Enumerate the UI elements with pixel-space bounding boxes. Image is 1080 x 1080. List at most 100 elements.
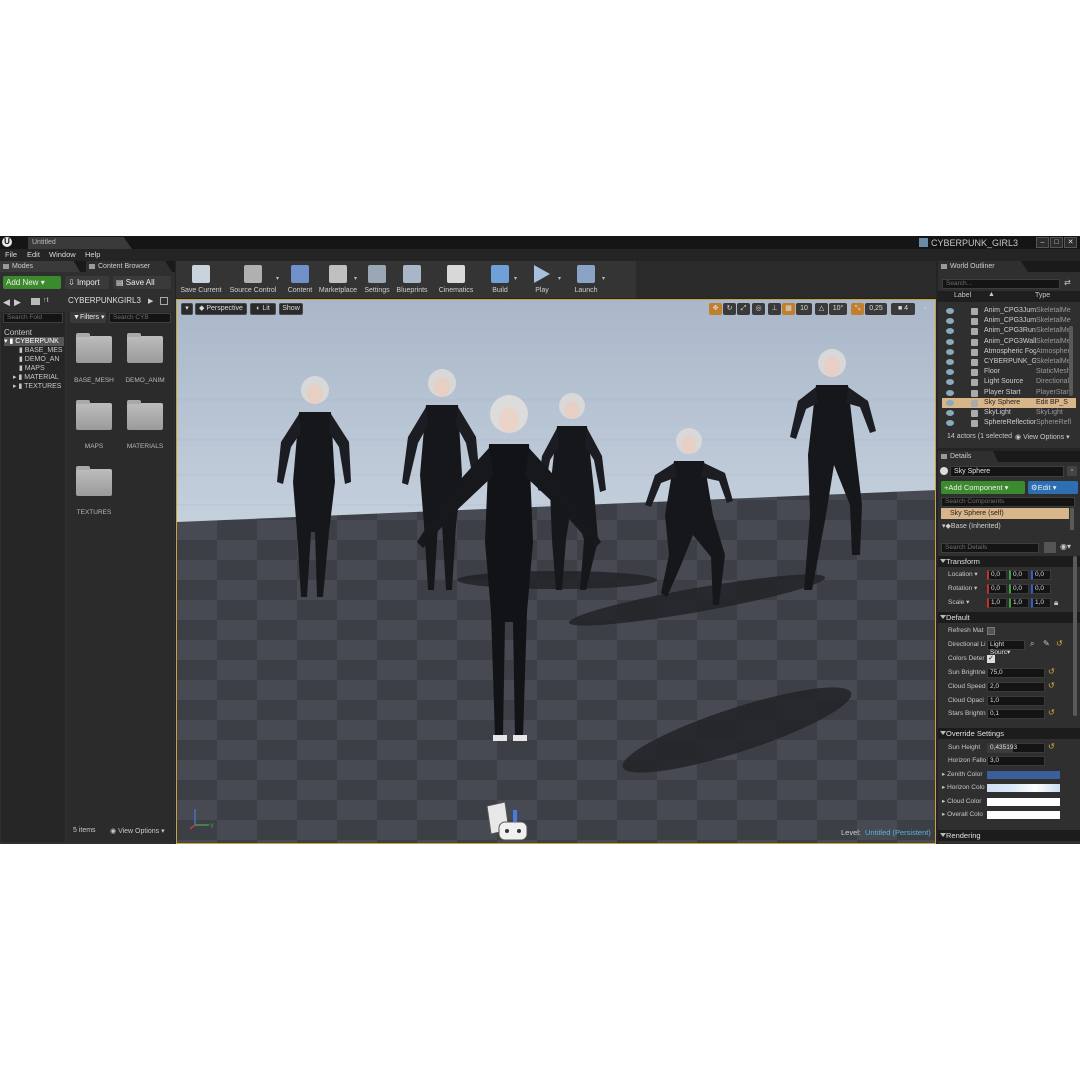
tab-content-browser[interactable]: Content Browser — [86, 261, 172, 272]
location-label[interactable]: Location ▾ — [948, 570, 986, 580]
outliner-row[interactable]: SphereReflection SphereRefl — [942, 418, 1076, 428]
rotation-y-field[interactable]: 0,0 — [1009, 584, 1029, 594]
horizon-color-swatch[interactable] — [987, 784, 1060, 792]
outliner-row[interactable]: Atmospheric Fog Atmospher — [942, 347, 1076, 357]
scale-snap-value[interactable]: 0,25 — [865, 303, 887, 315]
location-x-field[interactable]: 0,0 — [987, 570, 1007, 580]
toolbar-dropdown-icon[interactable]: ▾ — [558, 275, 561, 282]
toolbar-blueprints-button[interactable]: Blueprints — [394, 263, 430, 295]
section-override-settings[interactable]: Override Settings — [938, 728, 1080, 739]
toolbar-content-button[interactable]: Content — [284, 263, 316, 295]
visibility-eye-icon[interactable] — [946, 420, 954, 427]
document-tab[interactable]: Untitled — [28, 237, 132, 249]
translate-mode-icon[interactable]: ✥ — [709, 303, 722, 315]
rotation-z-field[interactable]: 0,0 — [1031, 584, 1051, 594]
zenith-color-label[interactable]: ▸ Zenith Color — [942, 770, 986, 780]
scale-mode-icon[interactable]: ⤢ — [737, 303, 750, 315]
outliner-row[interactable]: Sky Sphere Edit BP_S — [942, 397, 1076, 408]
toolbar-dropdown-icon[interactable]: ▾ — [276, 275, 279, 282]
folder-icon[interactable] — [127, 400, 163, 430]
location-y-field[interactable]: 0,0 — [1009, 570, 1029, 580]
save-all-button[interactable]: ▤ Save All — [113, 276, 171, 289]
path-current[interactable]: CYBERPUNKGIRL3 — [68, 296, 141, 305]
column-label[interactable]: Label — [954, 292, 971, 299]
camera-speed-button[interactable]: ■ 4 — [891, 303, 915, 315]
tree-item-demo-anim[interactable]: ▮ DEMO_AN — [19, 355, 59, 364]
surface-snap-icon[interactable]: ⊥ — [768, 303, 781, 315]
maximize-viewport-icon[interactable]: ▫ — [919, 303, 931, 315]
sun-height-field[interactable]: 0,435193 — [987, 743, 1045, 753]
menu-file[interactable]: File — [5, 249, 17, 261]
folder-label-textures[interactable]: TEXTURES — [64, 509, 124, 516]
scale-snap-icon[interactable]: ⤡ — [851, 303, 864, 315]
scale-x-field[interactable]: 1,0 — [987, 598, 1007, 608]
search-details-input[interactable]: Search Details — [941, 543, 1039, 553]
back-icon[interactable]: ◀ — [3, 297, 10, 308]
lock-icon[interactable] — [160, 297, 168, 305]
rotation-snap-value[interactable]: 10° — [829, 303, 847, 315]
details-scrollbar[interactable] — [1073, 556, 1077, 716]
edit-blueprint-button[interactable]: ⚙Edit ▾ — [1028, 481, 1078, 494]
outliner-view-options[interactable]: ◉ View Options ▾ — [1015, 433, 1070, 441]
search-folders-input[interactable]: Search Fold — [3, 313, 63, 323]
cloud-opacity-field[interactable]: 1,0 — [987, 696, 1045, 706]
visibility-eye-icon[interactable] — [946, 369, 954, 376]
folder-icon[interactable] — [76, 333, 112, 363]
cloud-color-label[interactable]: ▸ Cloud Color — [942, 797, 986, 807]
outliner-search-input[interactable]: Search... — [942, 279, 1060, 289]
visibility-eye-icon[interactable] — [946, 338, 954, 345]
toolbar-settings-button[interactable]: Settings — [362, 263, 392, 295]
outliner-row[interactable]: Anim_CPG3Walk SkeletalMe — [942, 337, 1076, 347]
toolbar-source-control-button[interactable]: Source Control — [226, 263, 280, 295]
overall-color-swatch[interactable] — [987, 811, 1060, 819]
rotation-snap-icon[interactable]: △ — [815, 303, 828, 315]
close-button[interactable]: ✕ — [1064, 237, 1077, 248]
add-new-button[interactable]: Add New ▾ — [3, 276, 61, 289]
folder-icon[interactable] — [76, 466, 112, 496]
tree-item-cyberpunk[interactable]: ▾ ▮ CYBERPUNK — [4, 337, 64, 346]
forward-icon[interactable]: ▶ — [14, 297, 21, 308]
actor-name-input[interactable]: Sky Sphere — [950, 466, 1064, 477]
zenith-color-swatch[interactable] — [987, 771, 1060, 779]
view-eye-icon[interactable]: ◉▾ — [1060, 542, 1071, 551]
directional-light-select[interactable]: Light Sourc▾ — [987, 640, 1025, 656]
sun-brightness-field[interactable]: 75,0 — [987, 668, 1045, 678]
path-arrow-icon[interactable]: ▶ — [148, 297, 153, 305]
cloud-speed-field[interactable]: 2,0 — [987, 682, 1045, 692]
section-rendering[interactable]: Rendering — [938, 830, 1080, 841]
visibility-eye-icon[interactable] — [946, 318, 954, 325]
outliner-row[interactable]: SkyLight SkyLight — [942, 408, 1076, 418]
add-component-button[interactable]: +Add Component ▾ — [941, 481, 1025, 494]
rotation-x-field[interactable]: 0,0 — [987, 584, 1007, 594]
toolbar-cinematics-button[interactable]: Cinematics — [432, 263, 480, 295]
scale-lock-icon[interactable]: 🔒︎ — [1054, 598, 1058, 608]
lit-button[interactable]: ◐ Lit — [250, 303, 276, 315]
tree-item-materials[interactable]: ▸ ▮ MATERIAL — [13, 373, 59, 382]
toolbar-save-current-button[interactable]: Save Current — [178, 263, 224, 295]
scale-y-field[interactable]: 1,0 — [1009, 598, 1029, 608]
horizon-color-label[interactable]: ▸ Horizon Colo — [942, 783, 986, 793]
outliner-row[interactable]: Anim_CPG3Jump SkeletalMe — [942, 306, 1076, 316]
reset-icon[interactable]: ↺ — [1048, 667, 1055, 677]
reset-icon[interactable]: ↺ — [1056, 639, 1063, 649]
path-parent[interactable]: ↑t — [43, 297, 48, 304]
tab-world-outliner[interactable]: World Outliner — [938, 261, 1028, 272]
section-transform[interactable]: Transform — [938, 556, 1080, 567]
visibility-eye-icon[interactable] — [946, 399, 954, 406]
cloud-color-swatch[interactable] — [987, 798, 1060, 806]
tree-item-maps[interactable]: ▮ MAPS — [19, 364, 45, 373]
outliner-row[interactable]: Player Start PlayerStart — [942, 388, 1076, 398]
maximize-button[interactable]: □ — [1050, 237, 1063, 248]
visibility-eye-icon[interactable] — [946, 410, 954, 416]
filters-button[interactable]: ▼Filters ▾ — [70, 312, 106, 323]
lock-icon[interactable]: ▫ — [1067, 466, 1077, 476]
column-type[interactable]: Type — [1035, 292, 1050, 299]
outliner-settings-icon[interactable]: ⇄ — [1064, 278, 1071, 287]
tree-item-base-mesh[interactable]: ▮ BASE_MES — [19, 346, 63, 355]
visibility-eye-icon[interactable] — [946, 359, 954, 365]
outliner-row[interactable]: Floor StaticMesh — [942, 367, 1076, 377]
outliner-scrollbar[interactable] — [1069, 326, 1073, 396]
toolbar-dropdown-icon[interactable]: ▾ — [514, 275, 517, 282]
location-z-field[interactable]: 0,0 — [1031, 570, 1051, 580]
visibility-eye-icon[interactable] — [946, 308, 954, 314]
